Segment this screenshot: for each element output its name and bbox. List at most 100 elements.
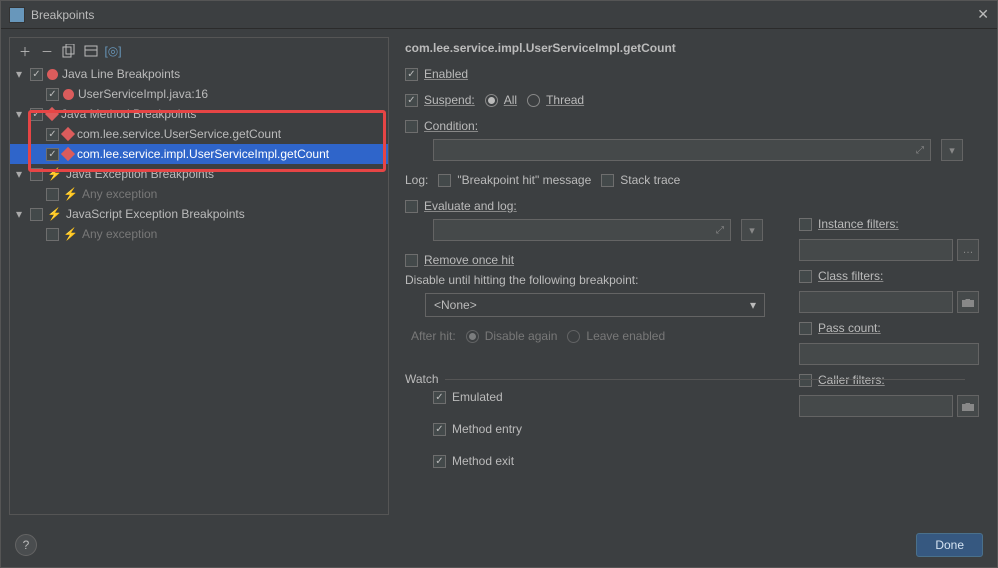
breakpoint-circle-icon — [47, 69, 58, 80]
breakpoint-tree[interactable]: ▾ Java Line Breakpoints UserServiceImpl.… — [10, 64, 388, 514]
app-icon — [9, 7, 25, 23]
group-checkbox[interactable] — [30, 208, 43, 221]
condition-checkbox[interactable]: Condition: — [405, 119, 478, 133]
tree-group-java-exception[interactable]: ▾ ⚡ Java Exception Breakpoints — [10, 164, 388, 184]
group-label: Java Exception Breakpoints — [66, 167, 214, 181]
breakpoint-diamond-icon — [61, 147, 75, 161]
condition-input[interactable]: ⤢ — [433, 139, 931, 161]
group-label: JavaScript Exception Breakpoints — [66, 207, 245, 221]
tree-group-java-method[interactable]: ▾ Java Method Breakpoints — [10, 104, 388, 124]
breadcrumb: com.lee.service.impl.UserServiceImpl.get… — [405, 41, 979, 55]
suspend-checkbox[interactable]: Suspend: — [405, 93, 475, 107]
tree-panel: ＋ － [◎] ▾ Java Line Breakpoints UserServ… — [9, 37, 389, 515]
chevron-down-icon[interactable]: ▾ — [16, 67, 26, 81]
suspend-thread-radio[interactable]: Thread — [527, 93, 584, 107]
chevron-down-icon[interactable]: ▾ — [16, 107, 26, 121]
close-icon[interactable]: ✕ — [977, 6, 989, 23]
breakpoints-dialog: Breakpoints ✕ ＋ － [◎] ▾ Java Line Breakp… — [0, 0, 998, 568]
chevron-down-icon: ▾ — [750, 298, 756, 312]
suspend-all-radio[interactable]: All — [485, 93, 517, 107]
watch-section: Watch Emulated Method entry Method exit — [405, 379, 965, 468]
disable-until-dropdown[interactable]: <None> ▾ — [425, 293, 765, 317]
class-filters-browse[interactable] — [957, 291, 979, 313]
breakpoint-diamond-icon — [61, 127, 75, 141]
leave-enabled-radio: Leave enabled — [567, 329, 665, 343]
tree-group-java-line[interactable]: ▾ Java Line Breakpoints — [10, 64, 388, 84]
target-icon[interactable]: [◎] — [106, 44, 120, 58]
group-checkbox[interactable] — [30, 168, 43, 181]
expand-icon[interactable]: ⤢ — [916, 145, 924, 156]
dropdown-value: <None> — [434, 298, 477, 312]
enabled-checkbox[interactable]: Enabled — [405, 67, 468, 81]
eval-history-button[interactable]: ▾ — [741, 219, 763, 241]
class-filters-input[interactable] — [799, 291, 953, 313]
row-eval-field: ⤢ ▾ — [433, 219, 763, 241]
condition-history-button[interactable]: ▾ — [941, 139, 963, 161]
details-panel: com.lee.service.impl.UserServiceImpl.get… — [397, 37, 989, 515]
tree-item-selected[interactable]: com.lee.service.impl.UserServiceImpl.get… — [10, 144, 388, 164]
dialog-title: Breakpoints — [31, 8, 94, 22]
breakpoint-bolt-icon: ⚡ — [47, 207, 62, 221]
row-disable-dropdown: <None> ▾ — [425, 293, 765, 317]
log-bphit-checkbox[interactable]: "Breakpoint hit" message — [438, 173, 591, 187]
row-eval-label: Evaluate and log: — [405, 199, 979, 213]
log-stack-checkbox[interactable]: Stack trace — [601, 173, 680, 187]
tree-group-js-exception[interactable]: ▾ ⚡ JavaScript Exception Breakpoints — [10, 204, 388, 224]
chevron-down-icon[interactable]: ▾ — [16, 207, 26, 221]
item-checkbox[interactable] — [46, 148, 59, 161]
disable-until-label: Disable until hitting the following brea… — [405, 273, 638, 287]
watch-legend: Watch — [405, 372, 445, 386]
chevron-down-icon[interactable]: ▾ — [16, 167, 26, 181]
group-checkbox[interactable] — [30, 108, 43, 121]
breakpoint-bolt-icon: ⚡ — [47, 167, 62, 181]
tree-item[interactable]: ⚡ Any exception — [10, 224, 388, 244]
item-label: Any exception — [82, 227, 157, 241]
breakpoint-bolt-icon: ⚡ — [63, 227, 78, 241]
breakpoint-diamond-icon — [45, 107, 59, 121]
eval-input[interactable]: ⤢ — [433, 219, 731, 241]
help-button[interactable]: ? — [15, 534, 37, 556]
group-checkbox[interactable] — [30, 68, 43, 81]
item-checkbox[interactable] — [46, 228, 59, 241]
pass-count-input[interactable] — [799, 343, 979, 365]
row-log: Log: "Breakpoint hit" message Stack trac… — [405, 173, 979, 187]
instance-filters-input[interactable] — [799, 239, 953, 261]
tree-item[interactable]: com.lee.service.UserService.getCount — [10, 124, 388, 144]
tree-item[interactable]: ⚡ Any exception — [10, 184, 388, 204]
group-label: Java Line Breakpoints — [62, 67, 180, 81]
dialog-footer: ? Done — [1, 523, 997, 567]
after-hit-label: After hit: — [411, 329, 456, 343]
watch-emulated-checkbox[interactable]: Emulated — [433, 390, 965, 404]
group-icon[interactable] — [84, 44, 98, 58]
item-label: com.lee.service.UserService.getCount — [77, 127, 281, 141]
breakpoint-circle-icon — [63, 89, 74, 100]
expand-icon[interactable]: ⤢ — [716, 225, 724, 236]
add-icon[interactable]: ＋ — [18, 44, 32, 58]
done-button[interactable]: Done — [916, 533, 983, 557]
item-label: UserServiceImpl.java:16 — [78, 87, 208, 101]
watch-entry-checkbox[interactable]: Method entry — [433, 422, 965, 436]
row-suspend: Suspend: All Thread — [405, 93, 979, 107]
item-label: Any exception — [82, 187, 157, 201]
row-condition-label: Condition: — [405, 119, 979, 133]
group-label: Java Method Breakpoints — [61, 107, 196, 121]
item-checkbox[interactable] — [46, 88, 59, 101]
dialog-body: ＋ － [◎] ▾ Java Line Breakpoints UserServ… — [1, 29, 997, 523]
watch-exit-checkbox[interactable]: Method exit — [433, 454, 965, 468]
tree-toolbar: ＋ － [◎] — [10, 38, 388, 64]
eval-checkbox[interactable]: Evaluate and log: — [405, 199, 517, 213]
row-enabled: Enabled — [405, 67, 979, 81]
instance-filters-browse[interactable]: … — [957, 239, 979, 261]
tree-item[interactable]: UserServiceImpl.java:16 — [10, 84, 388, 104]
instance-filters-checkbox[interactable]: Instance filters: — [799, 217, 899, 231]
disable-again-radio: Disable again — [466, 329, 558, 343]
item-checkbox[interactable] — [46, 128, 59, 141]
titlebar: Breakpoints ✕ — [1, 1, 997, 29]
class-filters-checkbox[interactable]: Class filters: — [799, 269, 883, 283]
pass-count-checkbox[interactable]: Pass count: — [799, 321, 881, 335]
item-checkbox[interactable] — [46, 188, 59, 201]
remove-checkbox[interactable]: Remove once hit — [405, 253, 514, 267]
remove-icon[interactable]: － — [40, 44, 54, 58]
copy-icon[interactable] — [62, 44, 76, 58]
row-condition-field: ⤢ ▾ — [433, 139, 963, 161]
